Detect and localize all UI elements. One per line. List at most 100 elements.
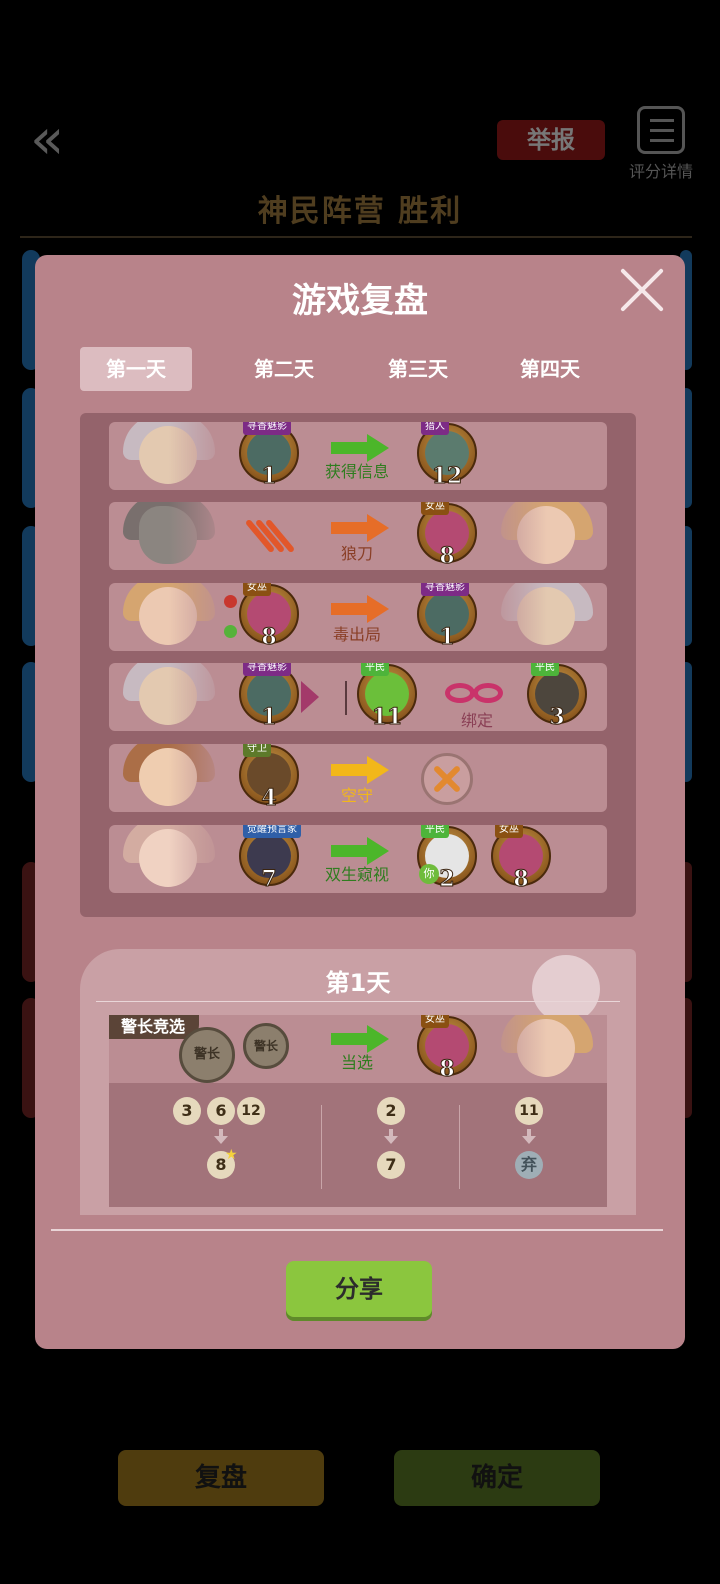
player-token: 女巫 8 xyxy=(239,583,299,651)
role-tag: 寻香魅影 xyxy=(243,422,291,435)
divider xyxy=(459,1105,460,1189)
player-token: 寻香魅影 1 xyxy=(239,663,299,731)
role-tag: 平民 xyxy=(531,663,559,676)
role-tag: 女巫 xyxy=(421,1015,449,1028)
target-portrait xyxy=(487,583,607,651)
back-icon[interactable]: « xyxy=(30,112,76,172)
down-arrow-icon xyxy=(522,1129,536,1145)
tab-day-2[interactable]: 第二天 xyxy=(228,347,340,391)
sheriff-star-icon: 警长 xyxy=(243,1023,289,1069)
player-token: 女巫 8 xyxy=(417,1015,477,1083)
winner-portrait xyxy=(487,1015,607,1083)
divider xyxy=(345,681,347,715)
action-label: 当选 xyxy=(340,1053,373,1072)
bind-icon xyxy=(445,681,507,707)
player-number: 4 xyxy=(261,785,277,812)
tab-day-3[interactable]: 第三天 xyxy=(362,347,474,391)
game-replay-dialog: 游戏复盘 第一天 第二天 第三天 第四天 寻香魅影 1 获得信息 猎人 12 狼… xyxy=(35,255,685,1349)
sheriff-votes: 3 6 12 8 ★ 2 7 11 弃 xyxy=(109,1083,607,1207)
player-number: 3 xyxy=(549,704,565,731)
close-icon[interactable] xyxy=(619,267,665,313)
role-tag: 寻香魅影 xyxy=(421,583,469,596)
divider xyxy=(96,1001,620,1002)
play-icon xyxy=(301,681,319,713)
score-detail-label: 评分详情 xyxy=(628,162,693,181)
action-label: 空守 xyxy=(340,786,373,805)
actor-portrait xyxy=(109,825,229,893)
potion-icon xyxy=(221,591,239,643)
claw-icon xyxy=(244,516,297,556)
divider xyxy=(20,236,692,238)
role-tag: 觉醒预言家 xyxy=(243,825,301,838)
action-label: 绑定 xyxy=(460,711,493,730)
down-arrow-icon xyxy=(214,1129,228,1145)
actor-portrait xyxy=(109,663,229,731)
result-title: 神民阵营 胜利 xyxy=(257,194,463,229)
role-tag: 女巫 xyxy=(495,825,523,838)
vote-number: 6 xyxy=(207,1097,235,1125)
actor-portrait xyxy=(109,583,229,651)
score-detail-button[interactable]: 评分详情 xyxy=(626,106,696,182)
target-portrait xyxy=(487,502,607,570)
player-number: 1 xyxy=(261,463,277,490)
vote-number: 2 xyxy=(377,1097,405,1125)
vote-number: 3 xyxy=(173,1097,201,1125)
role-tag: 女巫 xyxy=(421,502,449,515)
role-tag: 寻香魅影 xyxy=(243,663,291,676)
down-arrow-icon xyxy=(384,1129,398,1145)
day-summary-panel: 第1天 警长竞选 警长 警长 当选 女巫 8 3 6 12 8 ★ 2 7 11… xyxy=(80,949,636,1215)
player-number: 2 xyxy=(439,866,455,893)
report-button[interactable]: 举报 xyxy=(497,120,605,160)
arrow-icon xyxy=(331,756,389,784)
player-token: 平民 11 xyxy=(357,663,417,731)
share-button[interactable]: 分享 xyxy=(286,1261,432,1317)
star-icon: ★ xyxy=(225,1147,238,1163)
player-number: 7 xyxy=(261,866,277,893)
player-token: 平民 你 2 xyxy=(417,825,477,893)
arrow-icon xyxy=(331,514,389,542)
tab-day-1[interactable]: 第一天 xyxy=(80,347,192,391)
player-number: 1 xyxy=(261,704,277,731)
arrow-icon xyxy=(331,595,389,623)
action-label: 获得信息 xyxy=(324,462,389,481)
player-token: 寻香魅影 1 xyxy=(417,583,477,651)
list-icon xyxy=(637,106,685,154)
action-label: 狼刀 xyxy=(340,544,373,563)
sheriff-election-row: 警长竞选 警长 警长 当选 女巫 8 xyxy=(109,1015,607,1083)
player-token: 寻香魅影 1 xyxy=(239,422,299,490)
player-number: 11 xyxy=(371,704,403,731)
event-row: 狼刀 女巫 8 xyxy=(109,502,607,570)
player-number: 8 xyxy=(439,543,455,570)
player-number: 8 xyxy=(439,1056,455,1083)
role-tag: 平民 xyxy=(421,825,449,838)
werewolf-portrait xyxy=(109,502,229,570)
role-tag: 守卫 xyxy=(243,744,271,757)
player-token: 女巫 8 xyxy=(491,825,551,893)
player-token: 觉醒预言家 7 xyxy=(239,825,301,893)
day-tabs: 第一天 第二天 第三天 第四天 xyxy=(80,347,640,391)
vote-number: 12 xyxy=(237,1097,265,1125)
event-row: 觉醒预言家 7 双生窥视 平民 你 2 女巫 8 xyxy=(109,825,607,893)
replay-button[interactable]: 复盘 xyxy=(118,1450,324,1506)
event-row: 守卫 4 空守 xyxy=(109,744,607,812)
sheriff-badge-icon: 警长 xyxy=(179,1027,235,1083)
player-number: 8 xyxy=(513,866,529,893)
event-row: 寻香魅影 1 平民 11 绑定 平民 3 xyxy=(109,663,607,731)
role-tag: 女巫 xyxy=(243,583,271,596)
night-events-panel: 寻香魅影 1 获得信息 猎人 12 狼刀 女巫 8 女巫 8 毒出局 寻香魅影 … xyxy=(80,413,636,917)
divider xyxy=(51,1229,663,1231)
actor-portrait xyxy=(109,744,229,812)
player-token: 平民 3 xyxy=(527,663,587,731)
day-title: 第1天 xyxy=(325,969,391,997)
player-token: 猎人 12 xyxy=(417,422,477,490)
vote-number: 11 xyxy=(515,1097,543,1125)
vote-abstain: 弃 xyxy=(515,1151,543,1179)
player-token: 守卫 4 xyxy=(239,744,299,812)
role-tag: 猎人 xyxy=(421,422,449,435)
action-label: 毒出局 xyxy=(332,625,381,644)
confirm-button[interactable]: 确定 xyxy=(394,1450,600,1506)
screen: « 举报 评分详情 神民阵营 胜利 复盘 确定 游戏复盘 第一天 第二天 第三天… xyxy=(0,0,720,1584)
actor-portrait xyxy=(109,422,229,490)
role-tag: 平民 xyxy=(361,663,389,676)
tab-day-4[interactable]: 第四天 xyxy=(494,347,606,391)
